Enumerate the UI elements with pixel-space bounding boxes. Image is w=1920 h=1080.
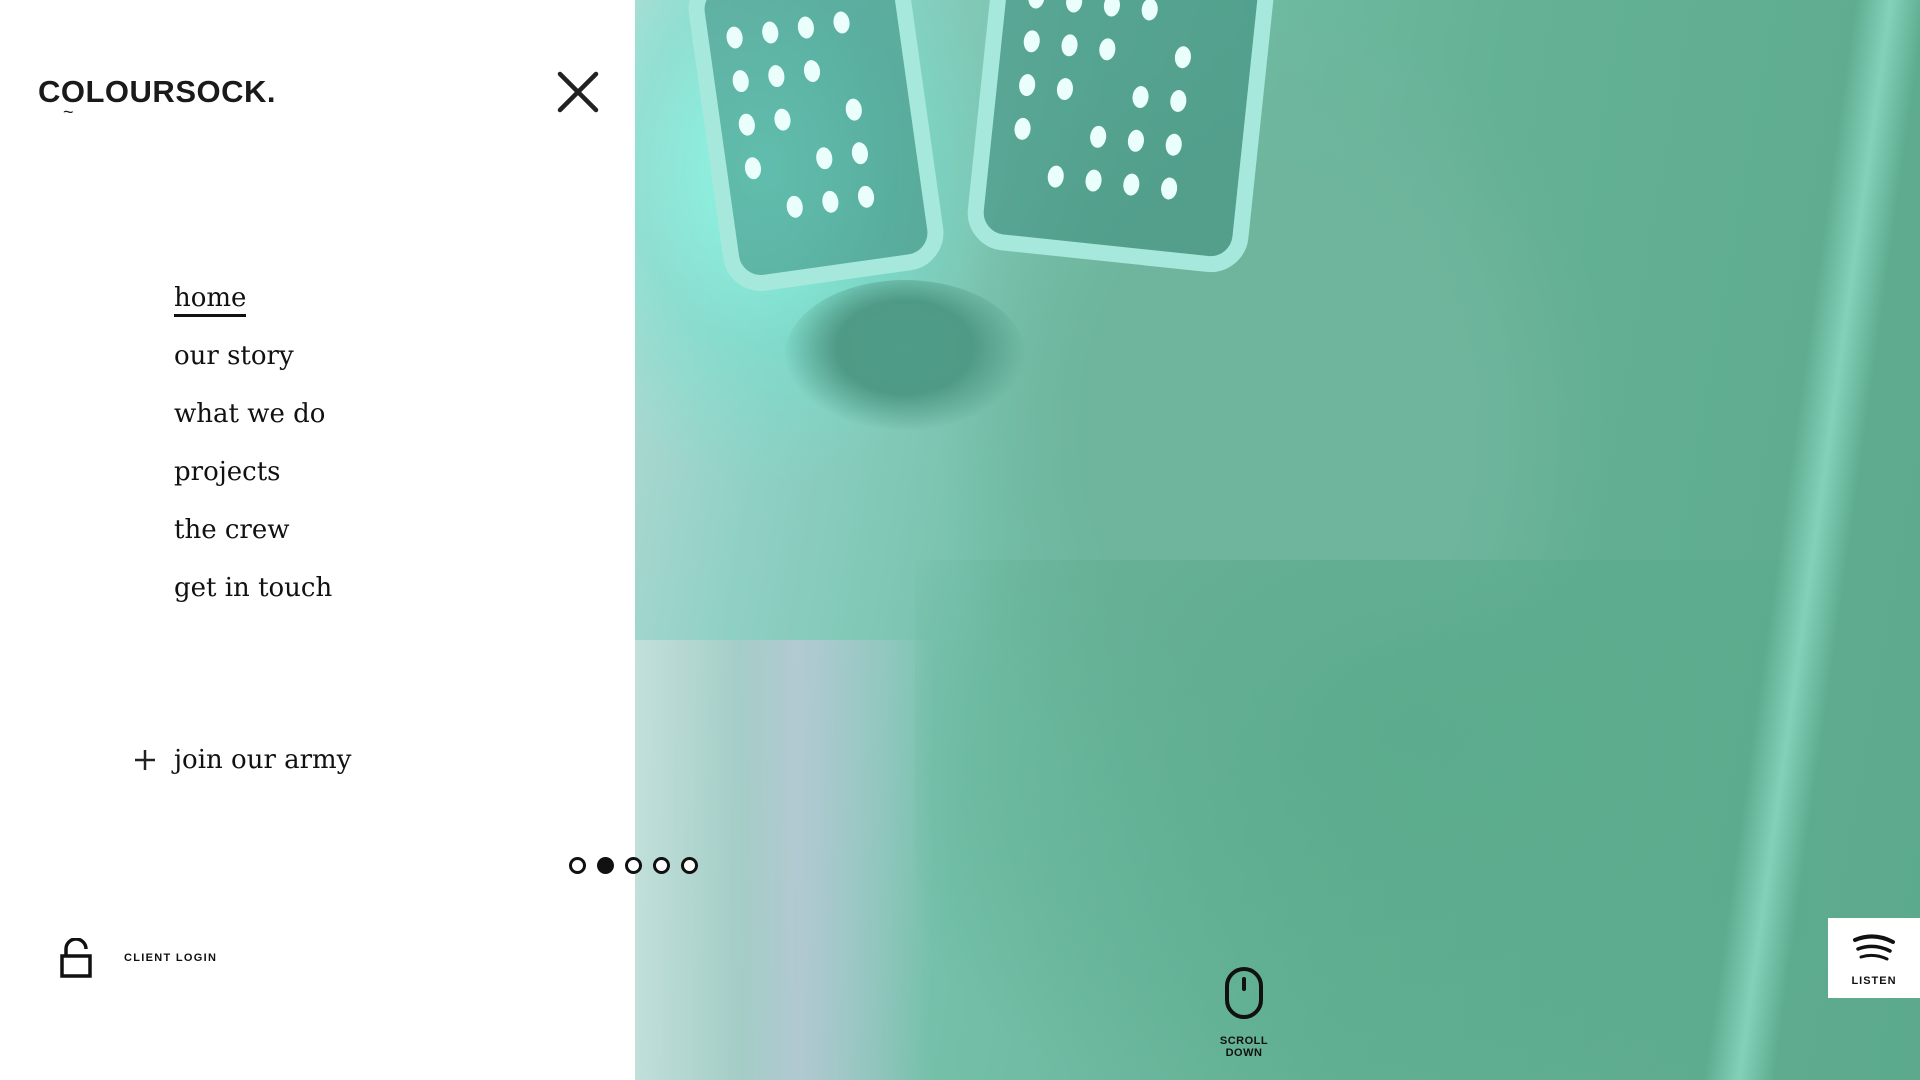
slide-pagination [569,857,698,874]
lens-reflection-dot [1131,85,1150,109]
pagination-dot-active[interactable] [597,857,614,874]
hero-image [635,0,1920,1080]
lens-reflection-dot [737,112,757,137]
lens-reflection-dot [856,184,876,209]
lens-reflection-dot [1169,89,1188,113]
nav-item-label[interactable]: the crew [174,510,289,550]
nav-item-get-in-touch[interactable]: get in touch [174,568,332,626]
nav-item-label[interactable]: home [174,282,247,317]
lens-reflection-dot [1022,29,1041,54]
logo-tilde: ~ [63,102,75,122]
lens-reflection-dot [1013,117,1032,141]
main-nav: home our story what we do projects the c… [174,278,332,626]
join-our-army-link[interactable]: join our army [132,745,351,775]
lens-reflection-dot [796,15,816,40]
pagination-dot[interactable] [653,857,670,874]
client-login-label: CLIENT LOGIN [124,952,218,964]
lens-reflection-dot [1122,172,1141,197]
scroll-down-button[interactable]: SCROLL DOWN [1200,966,1288,1059]
lens-reflection-dot [1160,176,1179,201]
unlock-icon [60,938,92,978]
lens-reflection-dot [1046,164,1065,189]
lens-reflection-dot [1126,129,1146,153]
lens-reflection-dot [1098,37,1117,62]
lens-reflection-dot [785,194,805,219]
nav-item-home[interactable]: home [174,278,332,336]
client-login-button[interactable]: CLIENT LOGIN [60,938,217,978]
pagination-dot[interactable] [625,857,642,874]
lens-reflection-dot [1055,77,1075,101]
close-icon [557,71,599,113]
lens-reflection-dot [1102,0,1122,18]
mouse-icon [1225,967,1263,1019]
lens-reflection-dot [1018,73,1037,97]
menu-panel: COLOURSOCK. ~ home our story what we do … [0,0,635,1080]
lens-reflection-dot [743,156,763,181]
nav-item-projects[interactable]: projects [174,452,332,510]
lens-reflection-dot [832,10,851,35]
lens-reflection-dot [760,20,780,45]
lens-reflection-dot [1140,0,1159,22]
lens-reflection-dot [731,69,751,94]
nav-item-label[interactable]: get in touch [174,568,332,608]
sunglasses-left-lens [683,0,949,296]
sunglasses-right-lens [963,0,1279,276]
lens-reflection-dot [844,97,864,122]
lens-reflection-dot [725,25,745,50]
lens-reflection-dot [1065,0,1084,14]
listen-label: LISTEN [1851,975,1897,987]
lens-reflection-dot [814,146,834,171]
logo[interactable]: COLOURSOCK. ~ [38,74,276,122]
lens-reflection-dot [1060,33,1079,58]
nav-item-what-we-do[interactable]: what we do [174,394,332,452]
pagination-dot[interactable] [681,857,698,874]
nav-item-the-crew[interactable]: the crew [174,510,332,568]
lens-reflection-dot [802,59,822,84]
lens-reflection-dot [820,189,840,214]
nav-item-our-story[interactable]: our story [174,336,332,394]
lens-reflection-dot [1173,45,1193,70]
close-menu-button[interactable] [556,70,600,114]
nav-item-label[interactable]: projects [174,452,281,492]
nav-item-label[interactable]: what we do [174,394,325,434]
lens-reflection-dot [1084,168,1103,193]
hero-neck-shadow [915,560,1815,1080]
lens-reflection-dot [1027,0,1046,10]
lens-reflection-dot [1164,132,1183,157]
lens-reflection-dot [850,141,870,166]
join-label: join our army [174,745,352,775]
lens-reflection-dot [766,64,786,89]
nav-item-label[interactable]: our story [174,336,294,376]
spotify-icon [1853,934,1895,961]
plus-icon [135,750,155,770]
lens-reflection-dot [773,107,792,132]
scroll-down-label: SCROLL DOWN [1219,1035,1269,1059]
hero-lips [785,280,1025,430]
listen-button[interactable]: LISTEN [1828,918,1920,998]
lens-reflection-dot [1089,125,1108,149]
pagination-dot[interactable] [569,857,586,874]
